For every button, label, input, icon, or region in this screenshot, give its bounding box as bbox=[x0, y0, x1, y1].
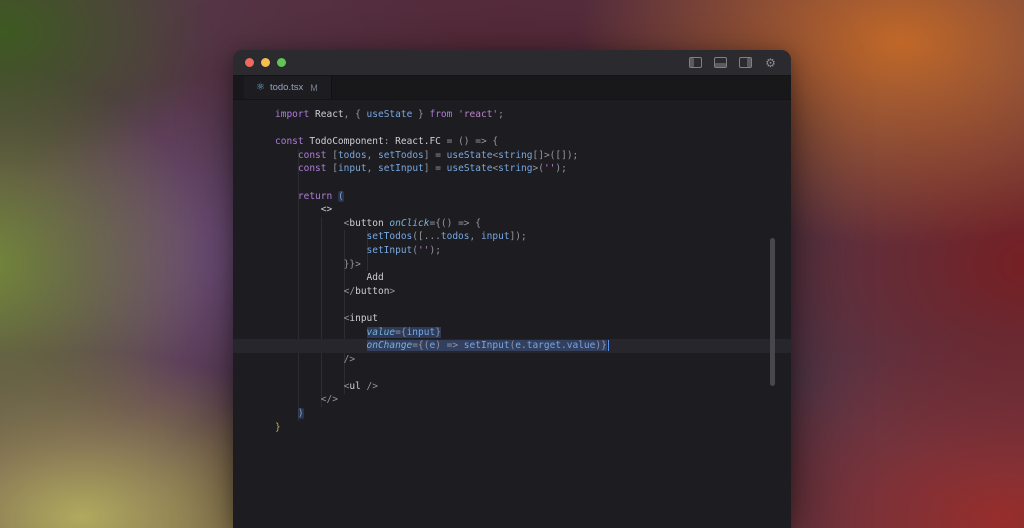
code-line[interactable]: onChange={(e) => setInput(e.target.value… bbox=[233, 339, 791, 353]
close-button[interactable] bbox=[245, 58, 254, 67]
code-line[interactable]: value={input} bbox=[233, 326, 791, 340]
zoom-button[interactable] bbox=[277, 58, 286, 67]
text-cursor bbox=[607, 340, 610, 352]
tab-bar: ⚛ todo.tsx M bbox=[233, 76, 791, 100]
code-line[interactable] bbox=[233, 366, 791, 380]
panel-bottom-icon[interactable] bbox=[712, 55, 729, 70]
code-line[interactable]: <ul /> bbox=[233, 380, 791, 394]
code-line[interactable]: import React, { useState } from 'react'; bbox=[233, 108, 791, 122]
vertical-scrollbar-thumb[interactable] bbox=[770, 238, 775, 386]
code-line[interactable] bbox=[233, 122, 791, 136]
file-type-icon: ⚛ bbox=[256, 81, 265, 93]
code-area: import React, { useState } from 'react';… bbox=[233, 100, 791, 434]
traffic-lights bbox=[245, 58, 286, 67]
code-line[interactable]: }}> bbox=[233, 258, 791, 272]
code-line[interactable]: const [todos, setTodos] = useState<strin… bbox=[233, 149, 791, 163]
panel-left-icon[interactable] bbox=[687, 55, 704, 70]
editor-window: ⚙ ⚛ todo.tsx M import React, { useState … bbox=[233, 50, 791, 528]
code-line[interactable]: const TodoComponent: React.FC = () => { bbox=[233, 135, 791, 149]
code-line[interactable]: /> bbox=[233, 353, 791, 367]
desktop-background: { "window": { "kind": "code-editor-windo… bbox=[0, 0, 1024, 528]
code-line[interactable]: ) bbox=[233, 407, 791, 421]
code-line[interactable]: setTodos([...todos, input]); bbox=[233, 230, 791, 244]
tab-todo-tsx[interactable]: ⚛ todo.tsx M bbox=[244, 76, 332, 99]
modified-indicator: M bbox=[310, 82, 318, 93]
settings-gear-icon[interactable]: ⚙ bbox=[762, 55, 779, 70]
code-line[interactable] bbox=[233, 176, 791, 190]
code-line[interactable]: <input bbox=[233, 312, 791, 326]
titlebar-icon-group: ⚙ bbox=[687, 55, 779, 70]
tab-label: todo.tsx bbox=[269, 82, 304, 93]
window-titlebar[interactable]: ⚙ bbox=[233, 50, 791, 76]
code-line[interactable]: const [input, setInput] = useState<strin… bbox=[233, 162, 791, 176]
code-line[interactable] bbox=[233, 298, 791, 312]
panel-right-icon[interactable] bbox=[737, 55, 754, 70]
code-line[interactable]: return ( bbox=[233, 190, 791, 204]
minimize-button[interactable] bbox=[261, 58, 270, 67]
code-line[interactable]: <button onClick={() => { bbox=[233, 217, 791, 231]
code-line[interactable]: } bbox=[233, 421, 791, 435]
code-line[interactable]: </button> bbox=[233, 285, 791, 299]
code-line[interactable]: setInput(''); bbox=[233, 244, 791, 258]
code-line[interactable]: <> bbox=[233, 203, 791, 217]
code-line[interactable]: </> bbox=[233, 393, 791, 407]
code-line[interactable]: Add bbox=[233, 271, 791, 285]
code-editor[interactable]: import React, { useState } from 'react';… bbox=[233, 100, 791, 528]
